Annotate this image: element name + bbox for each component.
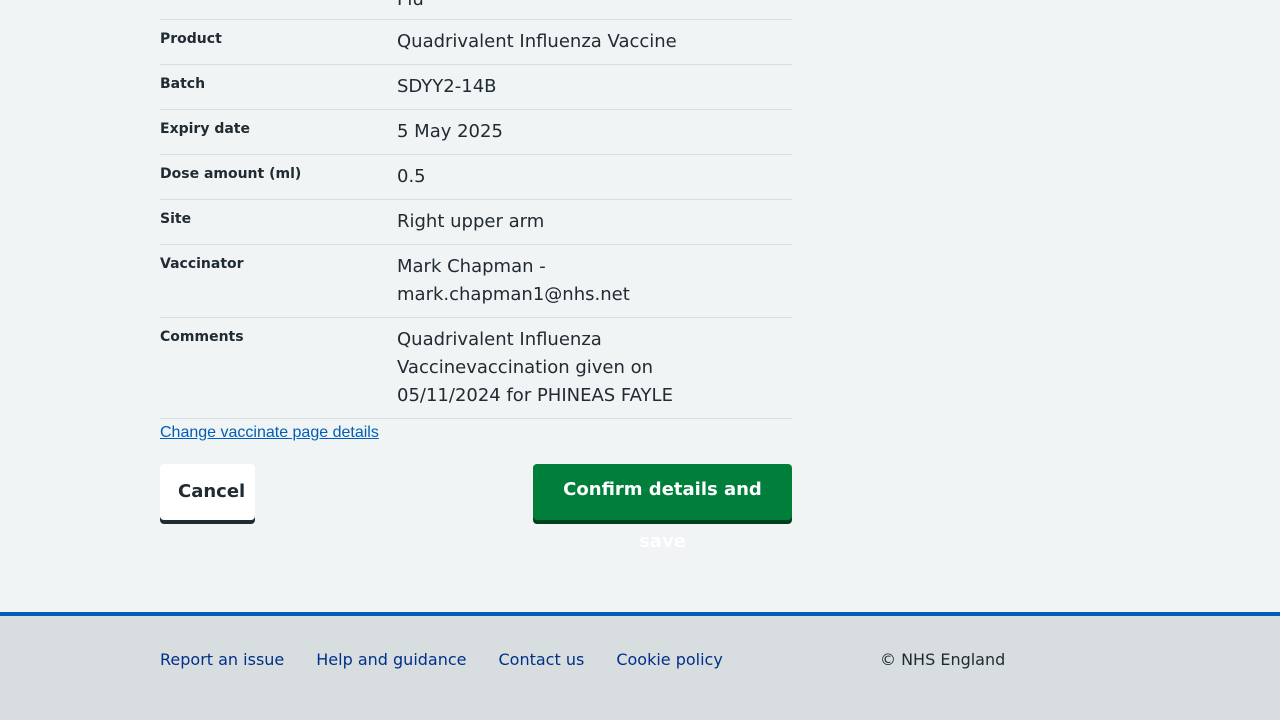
vaccination-summary: Flu Product Quadrivalent Influenza Vacci…	[160, 0, 792, 552]
footer-link-cookie-policy[interactable]: Cookie policy	[616, 650, 723, 669]
summary-value-vaccine: Flu	[397, 0, 792, 19]
summary-row-product: Product Quadrivalent Influenza Vaccine	[160, 20, 792, 65]
summary-key	[160, 0, 397, 19]
summary-value-site: Right upper arm	[397, 211, 545, 232]
cancel-button[interactable]: Cancel	[160, 464, 255, 520]
footer-link-report-issue[interactable]: Report an issue	[160, 650, 284, 669]
footer-links: Report an issue Help and guidance Contac…	[160, 650, 723, 669]
copyright-text: © NHS England	[880, 650, 1006, 669]
summary-key-comments: Comments	[160, 329, 244, 345]
summary-value-dose-amount: 0.5	[397, 166, 426, 187]
site-footer: Report an issue Help and guidance Contac…	[0, 612, 1280, 720]
summary-row-site: Site Right upper arm	[160, 200, 792, 245]
summary-row-expiry-date: Expiry date 5 May 2025	[160, 110, 792, 155]
action-buttons: Cancel Confirm details and save	[160, 464, 792, 552]
summary-value-batch: SDYY2-14B	[397, 76, 497, 97]
summary-value-vaccinator: Mark Chapman - mark.chapman1@nhs.net	[397, 256, 630, 305]
change-vaccinate-details-link[interactable]: Change vaccinate page details	[160, 424, 379, 442]
footer-link-contact-us[interactable]: Contact us	[499, 650, 585, 669]
summary-key-site: Site	[160, 211, 192, 227]
summary-row-dose-amount: Dose amount (ml) 0.5	[160, 155, 792, 200]
summary-row-partial: Flu	[160, 0, 792, 20]
summary-row-vaccinator: Vaccinator Mark Chapman - mark.chapman1@…	[160, 245, 792, 318]
summary-key-dose-amount: Dose amount (ml)	[160, 166, 302, 182]
summary-key-product: Product	[160, 31, 222, 47]
summary-value-product: Quadrivalent Influenza Vaccine	[397, 31, 677, 52]
confirm-and-save-button[interactable]: Confirm details and save	[533, 464, 792, 552]
summary-key-expiry-date: Expiry date	[160, 121, 250, 137]
footer-link-help-guidance[interactable]: Help and guidance	[316, 650, 466, 669]
summary-key-vaccinator: Vaccinator	[160, 256, 244, 272]
summary-value-comments: Quadrivalent Influenza Vaccinevaccinatio…	[397, 329, 673, 406]
summary-key-batch: Batch	[160, 76, 206, 92]
summary-row-batch: Batch SDYY2-14B	[160, 65, 792, 110]
summary-value-expiry-date: 5 May 2025	[397, 121, 503, 142]
summary-row-comments: Comments Quadrivalent Influenza Vaccinev…	[160, 318, 792, 419]
